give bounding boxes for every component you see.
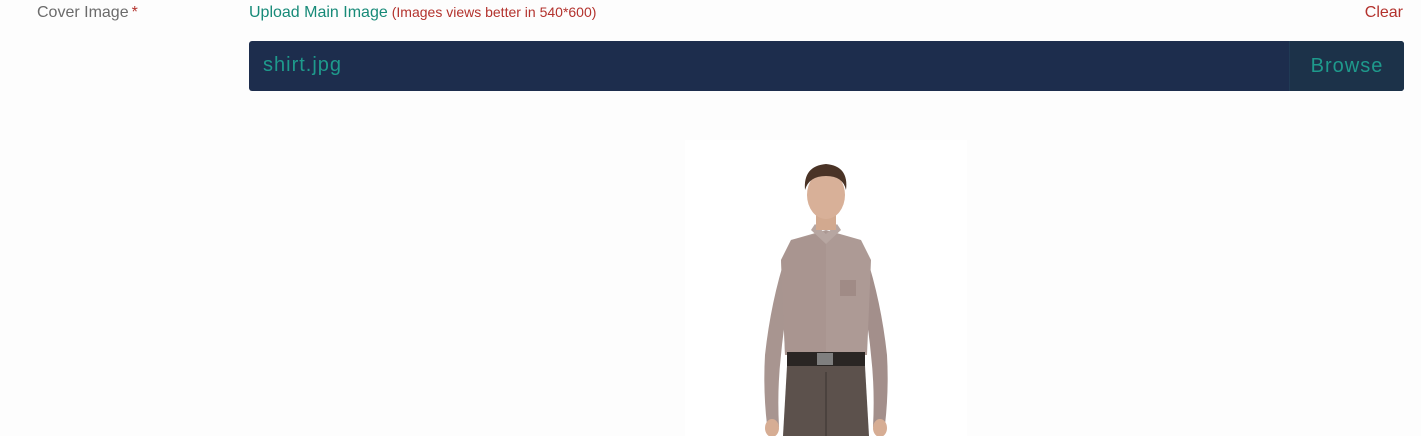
- preview-image: [685, 140, 967, 436]
- file-input[interactable]: shirt.jpg Browse: [249, 41, 1404, 91]
- field-label: Cover Image *: [37, 4, 138, 22]
- browse-button[interactable]: Browse: [1289, 41, 1404, 91]
- field-label-text: Cover Image: [37, 4, 129, 21]
- required-mark: *: [131, 4, 138, 21]
- upload-title: Upload Main Image: [249, 4, 388, 21]
- man-in-shirt-photo: [764, 164, 888, 436]
- file-name: shirt.jpg: [263, 54, 343, 76]
- upload-hint: (Images views better in 540*600): [391, 4, 597, 20]
- clear-button[interactable]: Clear: [1365, 4, 1403, 22]
- image-preview-area: [249, 91, 1404, 436]
- upload-header: Upload Main Image (Images views better in…: [249, 4, 596, 22]
- cover-image-form-row: Cover Image * Upload Main Image (Images vi…: [0, 0, 1421, 436]
